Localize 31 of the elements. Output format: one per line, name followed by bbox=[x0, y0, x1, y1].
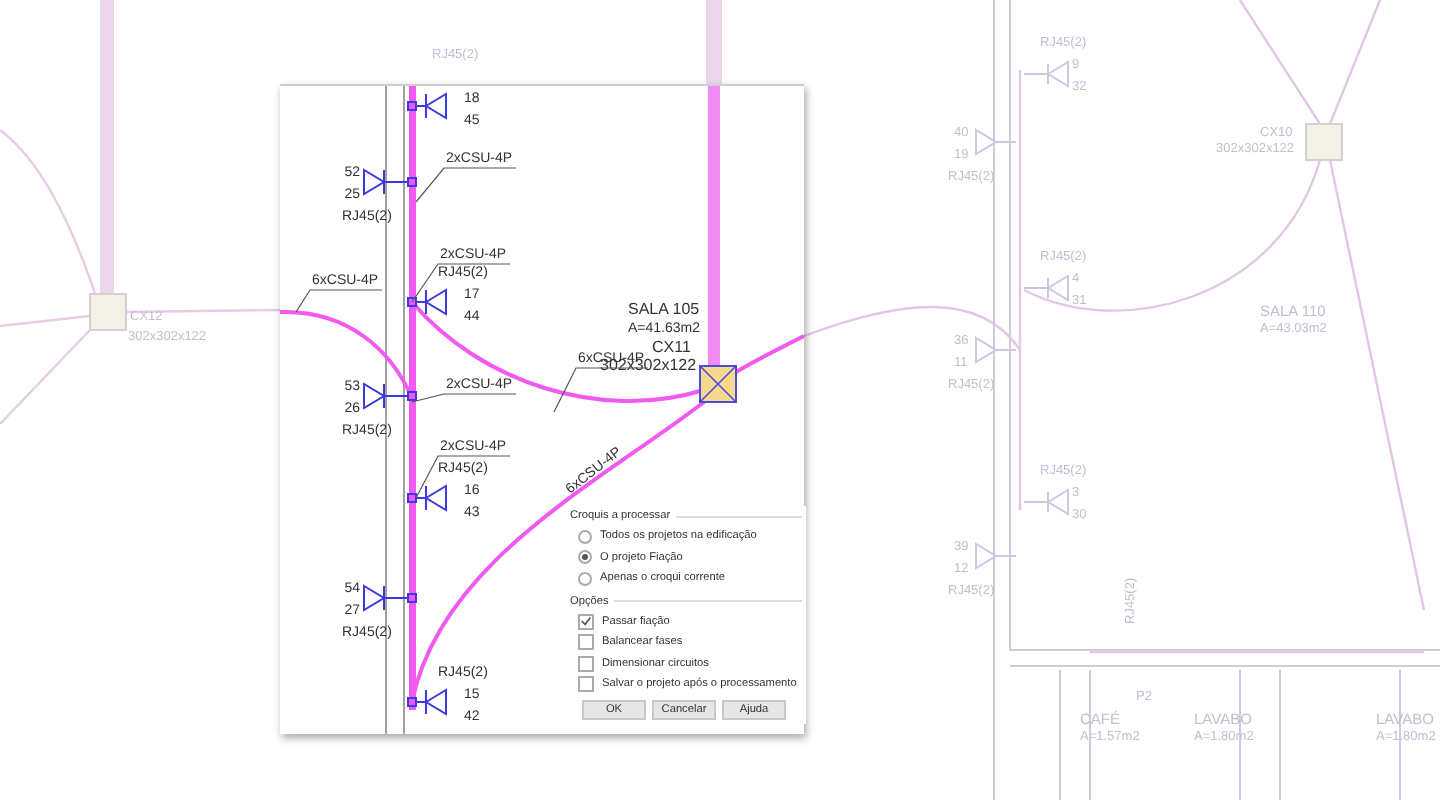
junction-box-icon bbox=[1305, 123, 1343, 161]
room-name: SALA 105 bbox=[628, 300, 700, 318]
junction-box-icon bbox=[89, 293, 127, 331]
checkbox-icon[interactable] bbox=[578, 613, 594, 630]
outlet-icon bbox=[407, 288, 447, 315]
leader-line bbox=[411, 393, 517, 403]
leader-line bbox=[415, 167, 517, 203]
outlet-icon bbox=[1023, 488, 1069, 515]
outlet-icon bbox=[407, 484, 447, 511]
checkbox-icon[interactable] bbox=[578, 655, 594, 672]
outlet-icon bbox=[363, 585, 417, 612]
outlet-icon bbox=[1023, 274, 1069, 301]
radio-icon[interactable] bbox=[578, 529, 592, 544]
outlet-icon bbox=[363, 169, 417, 196]
junction-box-icon bbox=[699, 365, 737, 403]
radio-icon[interactable] bbox=[578, 571, 592, 586]
leader-line bbox=[415, 455, 511, 499]
outlet-icon bbox=[975, 129, 1017, 156]
checkbox-icon[interactable] bbox=[578, 676, 594, 693]
outlet-icon bbox=[975, 337, 1017, 364]
outlet-icon bbox=[363, 383, 417, 410]
leader-line bbox=[295, 289, 383, 313]
outlet-icon bbox=[407, 92, 447, 119]
leader-line bbox=[553, 367, 649, 413]
outlet-icon bbox=[1023, 60, 1069, 87]
radio-icon[interactable] bbox=[578, 550, 592, 565]
box-label: CX11 bbox=[652, 338, 691, 356]
outlet-icon bbox=[407, 688, 447, 715]
outlet-icon bbox=[975, 543, 1017, 570]
checkbox-icon[interactable] bbox=[578, 634, 594, 651]
leader-line bbox=[411, 263, 511, 303]
